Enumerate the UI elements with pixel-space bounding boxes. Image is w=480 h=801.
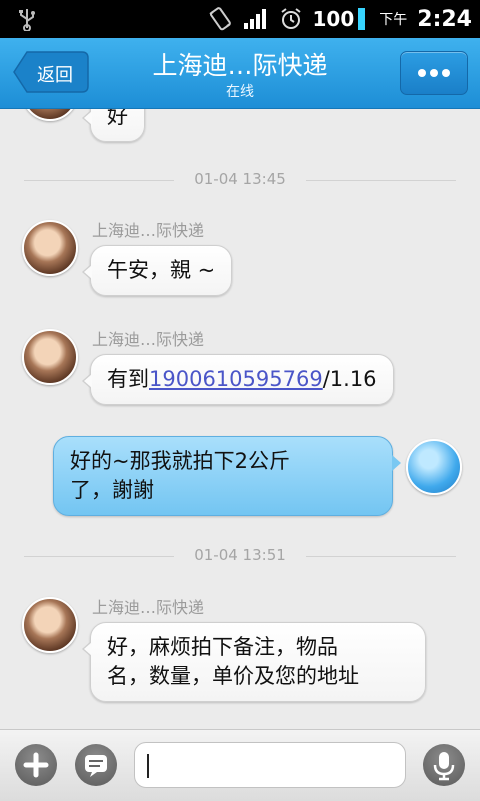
message-text-line: 名，数量，单价及您的地址 [107,664,359,688]
back-button-label: 返回 [37,65,73,86]
add-button[interactable] [15,744,57,786]
message-bubble[interactable]: 有到1900610595769/1.16 [82,354,394,405]
message-text-line: 好，麻烦拍下备注，物品 [107,635,338,659]
back-button[interactable]: 返回 [13,51,89,93]
time-period: 下午 [379,12,408,28]
divider [306,180,456,181]
plus-icon [23,752,49,778]
sender-name: 上海迪…际快递 [92,221,205,240]
vibrate-icon [208,7,231,31]
message-bubble[interactable]: 午安，親 ~ [81,245,233,296]
message-text-suffix: /1.16 [322,367,377,391]
voice-button[interactable] [423,744,465,786]
more-dots-icon [430,69,438,77]
more-dots-icon [418,69,426,77]
message-text-line: 了，謝謝 [70,478,154,502]
battery-level: 100 [312,7,355,31]
message-text: 好 [107,109,128,128]
avatar[interactable] [22,597,78,653]
message-text: 午安，親 ~ [107,258,216,282]
title-bar: 返回 上海迪…际快递 在线 [0,38,480,109]
message-text: 有到 [107,367,149,391]
emoji-button[interactable] [75,744,117,786]
input-bar [0,729,480,801]
message-bubble[interactable]: 好 [82,109,145,142]
sender-name: 上海迪…际快递 [92,598,205,617]
chat-area[interactable]: 好 01-04 13:45 上海迪…际快递 午安，親 ~ 上海迪…际快递 有到1… [0,109,480,729]
microphone-icon [433,752,455,781]
message-input[interactable] [134,742,406,788]
message-text-line: 好的~那我就拍下2公斤 [70,449,290,473]
tracking-number-link[interactable]: 1900610595769 [149,367,323,391]
chat-title: 上海迪…际快递 [152,51,328,80]
usb-icon [19,9,35,31]
my-message-bubble[interactable]: 好的~那我就拍下2公斤 了，謝謝 [53,436,401,516]
text-caret [147,754,149,778]
avatar[interactable] [22,329,78,385]
status-bar: 100 下午 2:24 [0,0,480,38]
message-bubble[interactable]: 好，麻烦拍下备注，物品 名，数量，单价及您的地址 [82,622,426,702]
sender-name: 上海迪…际快递 [92,330,205,349]
clock: 2:24 [417,6,472,32]
more-button[interactable] [400,51,468,95]
timestamp-text: 01-04 13:45 [194,170,286,188]
signal-icon [243,9,266,29]
timestamp-text: 01-04 13:51 [194,546,286,564]
more-dots-icon [442,69,450,77]
avatar[interactable] [22,220,78,276]
battery-indicator: 100 [313,7,366,31]
chat-bubble-icon [85,755,107,777]
avatar[interactable] [22,109,78,121]
timestamp: 01-04 13:51 [0,546,480,564]
battery-icon [358,8,366,30]
timestamp: 01-04 13:45 [0,170,480,188]
divider [306,556,456,557]
alarm-icon [280,8,301,29]
online-status: 在线 [226,84,254,100]
my-avatar[interactable] [406,439,462,495]
